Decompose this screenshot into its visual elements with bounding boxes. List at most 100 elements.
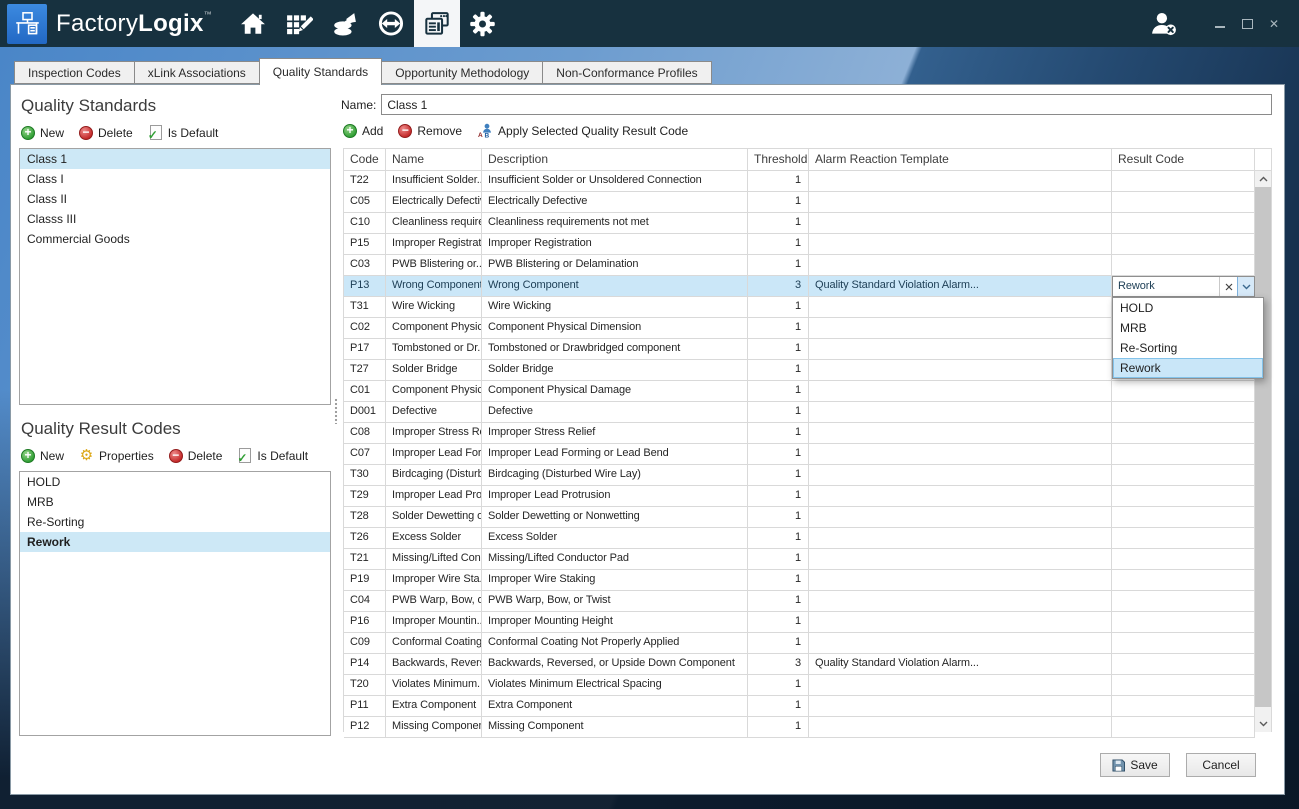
cell-alarm-template xyxy=(809,339,1112,360)
table-row-c05[interactable]: C05Electrically DefectiveElectrically De… xyxy=(344,192,1255,213)
table-row-p19[interactable]: P19Improper Wire Sta...Improper Wire Sta… xyxy=(344,570,1255,591)
materials-icon[interactable] xyxy=(322,0,368,47)
scrollbar-thumb[interactable] xyxy=(1255,187,1271,707)
dropdown-option-rework[interactable]: Rework xyxy=(1113,358,1263,378)
cell-alarm-template xyxy=(809,255,1112,276)
cell-code: T22 xyxy=(344,171,386,192)
toolbar-button-new[interactable]: New xyxy=(21,449,64,463)
dropdown-option-mrb[interactable]: MRB xyxy=(1113,318,1263,338)
column-header-threshold[interactable]: Threshold xyxy=(748,149,809,171)
combobox-clear-icon[interactable] xyxy=(1219,277,1237,296)
toolbar-button-add[interactable]: Add xyxy=(343,124,383,138)
table-row-c03[interactable]: C03PWB Blistering or...PWB Blistering or… xyxy=(344,255,1255,276)
table-row-p15[interactable]: P15Improper Registrati...Improper Regist… xyxy=(344,234,1255,255)
table-row-t29[interactable]: T29Improper Lead Pro...Improper Lead Pro… xyxy=(344,486,1255,507)
cell-name: Tombstoned or Dr... xyxy=(386,339,482,360)
list-item-hold[interactable]: HOLD xyxy=(20,472,330,492)
table-row-c10[interactable]: C10Cleanliness require...Cleanliness req… xyxy=(344,213,1255,234)
cell-alarm-template xyxy=(809,717,1112,738)
cell-code: T28 xyxy=(344,507,386,528)
production-grid-icon[interactable] xyxy=(276,0,322,47)
table-row-c04[interactable]: C04PWB Warp, Bow, or...PWB Warp, Bow, or… xyxy=(344,591,1255,612)
table-row-p12[interactable]: P12Missing ComponentMissing Component1 xyxy=(344,717,1255,738)
column-header-code[interactable]: Code xyxy=(344,149,386,171)
toolbar-button-is-default[interactable]: Is Default xyxy=(148,125,219,140)
tab-inspection-codes[interactable]: Inspection Codes xyxy=(14,61,135,84)
titlebar-right: ✕ xyxy=(1147,0,1299,47)
list-item-class-i[interactable]: Class I xyxy=(20,169,330,189)
table-row-p11[interactable]: P11Extra ComponentExtra Component1 xyxy=(344,696,1255,717)
table-row-c08[interactable]: C08Improper Stress Re...Improper Stress … xyxy=(344,423,1255,444)
table-row-d001[interactable]: D001DefectiveDefective1 xyxy=(344,402,1255,423)
list-item-class-ii[interactable]: Class II xyxy=(20,189,330,209)
toolbar-button-properties[interactable]: Properties xyxy=(79,448,154,463)
table-row-t28[interactable]: T28Solder Dewetting o...Solder Dewetting… xyxy=(344,507,1255,528)
settings-gear-icon[interactable] xyxy=(460,0,506,47)
dropdown-option-re-sorting[interactable]: Re-Sorting xyxy=(1113,338,1263,358)
result-code-combobox[interactable]: Rework xyxy=(1112,276,1255,297)
toolbar-button-is-default[interactable]: Is Default xyxy=(237,448,308,463)
toolbar-button-apply-selected-quality-result-code[interactable]: ABApply Selected Quality Result Code xyxy=(477,123,688,138)
table-row-t26[interactable]: T26Excess SolderExcess Solder1 xyxy=(344,528,1255,549)
toolbar-button-new[interactable]: New xyxy=(21,126,64,140)
cell-description: Improper Mounting Height xyxy=(482,612,748,633)
user-logout-icon[interactable] xyxy=(1147,10,1179,37)
cell-description: Conformal Coating Not Properly Applied xyxy=(482,633,748,654)
minimize-button[interactable] xyxy=(1213,17,1227,31)
table-row-c07[interactable]: C07Improper Lead For...Improper Lead For… xyxy=(344,444,1255,465)
name-input[interactable] xyxy=(381,94,1272,115)
list-item-rework[interactable]: Rework xyxy=(20,532,330,552)
list-item-class-1[interactable]: Class 1 xyxy=(20,149,330,169)
cell-alarm-template xyxy=(809,234,1112,255)
list-item-commercial-goods[interactable]: Commercial Goods xyxy=(20,229,330,249)
toolbar-button-remove[interactable]: Remove xyxy=(398,124,462,138)
sync-icon[interactable] xyxy=(368,0,414,47)
column-header-result-code[interactable]: Result Code xyxy=(1112,149,1255,171)
cell-threshold: 1 xyxy=(748,402,809,423)
close-button[interactable]: ✕ xyxy=(1267,17,1281,31)
save-button[interactable]: Save xyxy=(1100,753,1170,777)
table-row-p14[interactable]: P14Backwards, Reverse...Backwards, Rever… xyxy=(344,654,1255,675)
grid-scrollbar[interactable] xyxy=(1255,149,1272,732)
scrollbar-track[interactable] xyxy=(1255,171,1271,732)
tab-quality-standards[interactable]: Quality Standards xyxy=(259,58,382,85)
toolbar-button-delete[interactable]: Delete xyxy=(79,126,133,140)
documents-icon[interactable] xyxy=(414,0,460,47)
scroll-down-icon[interactable] xyxy=(1255,716,1271,732)
panel-splitter[interactable] xyxy=(331,85,341,736)
table-row-t22[interactable]: T22Insufficient Solder...Insufficient So… xyxy=(344,171,1255,192)
table-row-c01[interactable]: C01Component Physic...Component Physical… xyxy=(344,381,1255,402)
table-row-p13[interactable]: P13Wrong ComponentWrong Component3Qualit… xyxy=(344,276,1255,297)
cell-code: C02 xyxy=(344,318,386,339)
cell-code: C08 xyxy=(344,423,386,444)
tab-xlink-associations[interactable]: xLink Associations xyxy=(134,61,260,84)
quality-standards-list: Class 1Class IClass IIClasss IIICommerci… xyxy=(19,148,331,405)
list-item-classs-iii[interactable]: Classs III xyxy=(20,209,330,229)
toolbar-button-delete[interactable]: Delete xyxy=(169,449,223,463)
cell-description: PWB Blistering or Delamination xyxy=(482,255,748,276)
table-row-p16[interactable]: P16Improper Mountin...Improper Mounting … xyxy=(344,612,1255,633)
cell-alarm-template xyxy=(809,633,1112,654)
cell-description: Improper Registration xyxy=(482,234,748,255)
scroll-up-icon[interactable] xyxy=(1255,171,1271,187)
tab-opportunity-methodology[interactable]: Opportunity Methodology xyxy=(381,61,543,84)
cell-description: Improper Lead Forming or Lead Bend xyxy=(482,444,748,465)
table-row-t20[interactable]: T20Violates Minimum...Violates Minimum E… xyxy=(344,675,1255,696)
column-header-name[interactable]: Name xyxy=(386,149,482,171)
list-item-re-sorting[interactable]: Re-Sorting xyxy=(20,512,330,532)
table-row-t30[interactable]: T30Birdcaging (Disturb...Birdcaging (Dis… xyxy=(344,465,1255,486)
home-icon[interactable] xyxy=(230,0,276,47)
column-header-description[interactable]: Description xyxy=(482,149,748,171)
table-row-t21[interactable]: T21Missing/Lifted Con...Missing/Lifted C… xyxy=(344,549,1255,570)
cell-threshold: 1 xyxy=(748,591,809,612)
dropdown-option-hold[interactable]: HOLD xyxy=(1113,298,1263,318)
list-item-mrb[interactable]: MRB xyxy=(20,492,330,512)
tab-non-conformance-profiles[interactable]: Non-Conformance Profiles xyxy=(542,61,711,84)
table-row-c09[interactable]: C09Conformal Coating...Conformal Coating… xyxy=(344,633,1255,654)
combobox-chevron-down-icon[interactable] xyxy=(1237,276,1255,297)
column-header-alarm-reaction-template[interactable]: Alarm Reaction Template xyxy=(809,149,1112,171)
maximize-button[interactable] xyxy=(1240,17,1254,31)
cell-name: Conformal Coating... xyxy=(386,633,482,654)
cancel-button[interactable]: Cancel xyxy=(1186,753,1256,777)
grid-toolbar: Add Remove ABApply Selected Quality Result… xyxy=(343,122,1284,139)
